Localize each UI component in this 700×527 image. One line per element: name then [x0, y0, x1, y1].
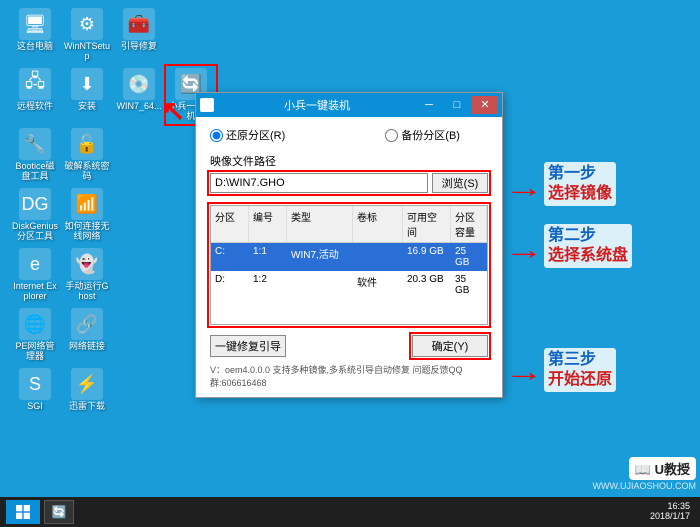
arrow-step3: → — [504, 356, 543, 388]
desktop-icon-ghost[interactable]: 👻手动运行Ghost — [64, 248, 110, 302]
callout-step2: 第二步 选择系统盘 — [544, 224, 632, 268]
column-header[interactable]: 分区容量 — [451, 206, 487, 242]
repair-boot-button[interactable]: 一键修复引导 — [210, 335, 286, 357]
desktop-icon-boot-repair[interactable]: 🧰引导修复 — [116, 8, 162, 52]
column-header[interactable]: 卷标 — [353, 206, 403, 242]
desktop-icon-this-pc[interactable]: 🖥这台电脑 — [12, 8, 58, 52]
desktop-icon-diskgenius[interactable]: DGDiskGenius分区工具 — [12, 188, 58, 242]
callout-step3: 第三步 开始还原 — [544, 348, 616, 392]
dialog-footer: V：oem4.0.0.0 支持多种镜像,多系统引导自动修复 问题反馈QQ群:60… — [210, 363, 488, 389]
ok-button[interactable]: 确定(Y) — [412, 335, 488, 357]
radio-backup[interactable]: 备份分区(B) — [385, 127, 460, 143]
close-button[interactable]: ✕ — [472, 96, 498, 114]
arrow-step1: → — [504, 172, 543, 204]
column-header[interactable]: 类型 — [287, 206, 353, 242]
desktop-icon-sgi[interactable]: SSGI — [12, 368, 58, 412]
watermark: 📖 U教授 WWW.UJIAOSHOU.COM — [593, 457, 697, 491]
radio-restore[interactable]: 还原分区(R) — [210, 127, 285, 143]
table-row[interactable]: D:1:2软件20.3 GB35 GB — [211, 271, 487, 299]
installer-dialog: 小兵一键装机 ─ □ ✕ 还原分区(R) 备份分区(B) 映像文件路径 浏览(S… — [195, 92, 503, 398]
app-icon — [200, 98, 214, 112]
arrow-to-app: ↖ — [162, 94, 185, 127]
desktop-icon-winntsetup[interactable]: ⚙WinNTSetup — [64, 8, 110, 62]
desktop-icon-netlink[interactable]: 🔗网络链接 — [64, 308, 110, 352]
taskbar-app[interactable]: 🔄 — [44, 500, 74, 524]
column-header[interactable]: 编号 — [249, 206, 287, 242]
minimize-button[interactable]: ─ — [416, 96, 442, 114]
desktop-icon-crack-pwd[interactable]: 🔓破解系统密码 — [64, 128, 110, 182]
partition-table: 分区编号类型卷标可用空间分区容量 C:1:1WIN7,活动16.9 GB25 G… — [210, 205, 488, 325]
desktop-icon-xunlei[interactable]: ⚡迅雷下载 — [64, 368, 110, 412]
desktop-icon-win7-64[interactable]: 💿WIN7_64... — [116, 68, 162, 112]
dialog-body: 还原分区(R) 备份分区(B) 映像文件路径 浏览(S) 分区编号类型卷标可用空… — [196, 117, 502, 397]
desktop-icon-bootice[interactable]: 🔧Bootice磁盘工具 — [12, 128, 58, 182]
titlebar[interactable]: 小兵一键装机 ─ □ ✕ — [196, 93, 502, 117]
image-path-input[interactable] — [210, 173, 428, 193]
desktop-icon-wifi[interactable]: 📶如何连接无线网络 — [64, 188, 110, 242]
column-header[interactable]: 分区 — [211, 206, 249, 242]
arrow-step2: → — [504, 234, 543, 266]
desktop-icon-netmgr[interactable]: 🌐PE网络管理器 — [12, 308, 58, 362]
windows-icon — [16, 505, 30, 519]
taskbar-clock[interactable]: 16:35 2018/1/17 — [650, 502, 690, 522]
desktop-icon-install[interactable]: ⬇安装 — [64, 68, 110, 112]
start-button[interactable] — [6, 500, 40, 524]
desktop-icon-remote-soft[interactable]: 🖧远程软件 — [12, 68, 58, 112]
callout-step1: 第一步 选择镜像 — [544, 162, 616, 206]
path-label: 映像文件路径 — [210, 153, 488, 169]
column-header[interactable]: 可用空间 — [403, 206, 451, 242]
maximize-button[interactable]: □ — [444, 96, 470, 114]
taskbar: 🔄 16:35 2018/1/17 — [0, 497, 700, 527]
browse-button[interactable]: 浏览(S) — [432, 173, 488, 193]
table-row[interactable]: C:1:1WIN7,活动16.9 GB25 GB — [211, 243, 487, 271]
window-title: 小兵一键装机 — [220, 97, 414, 113]
desktop-icon-ie[interactable]: eInternet Explorer — [12, 248, 58, 302]
